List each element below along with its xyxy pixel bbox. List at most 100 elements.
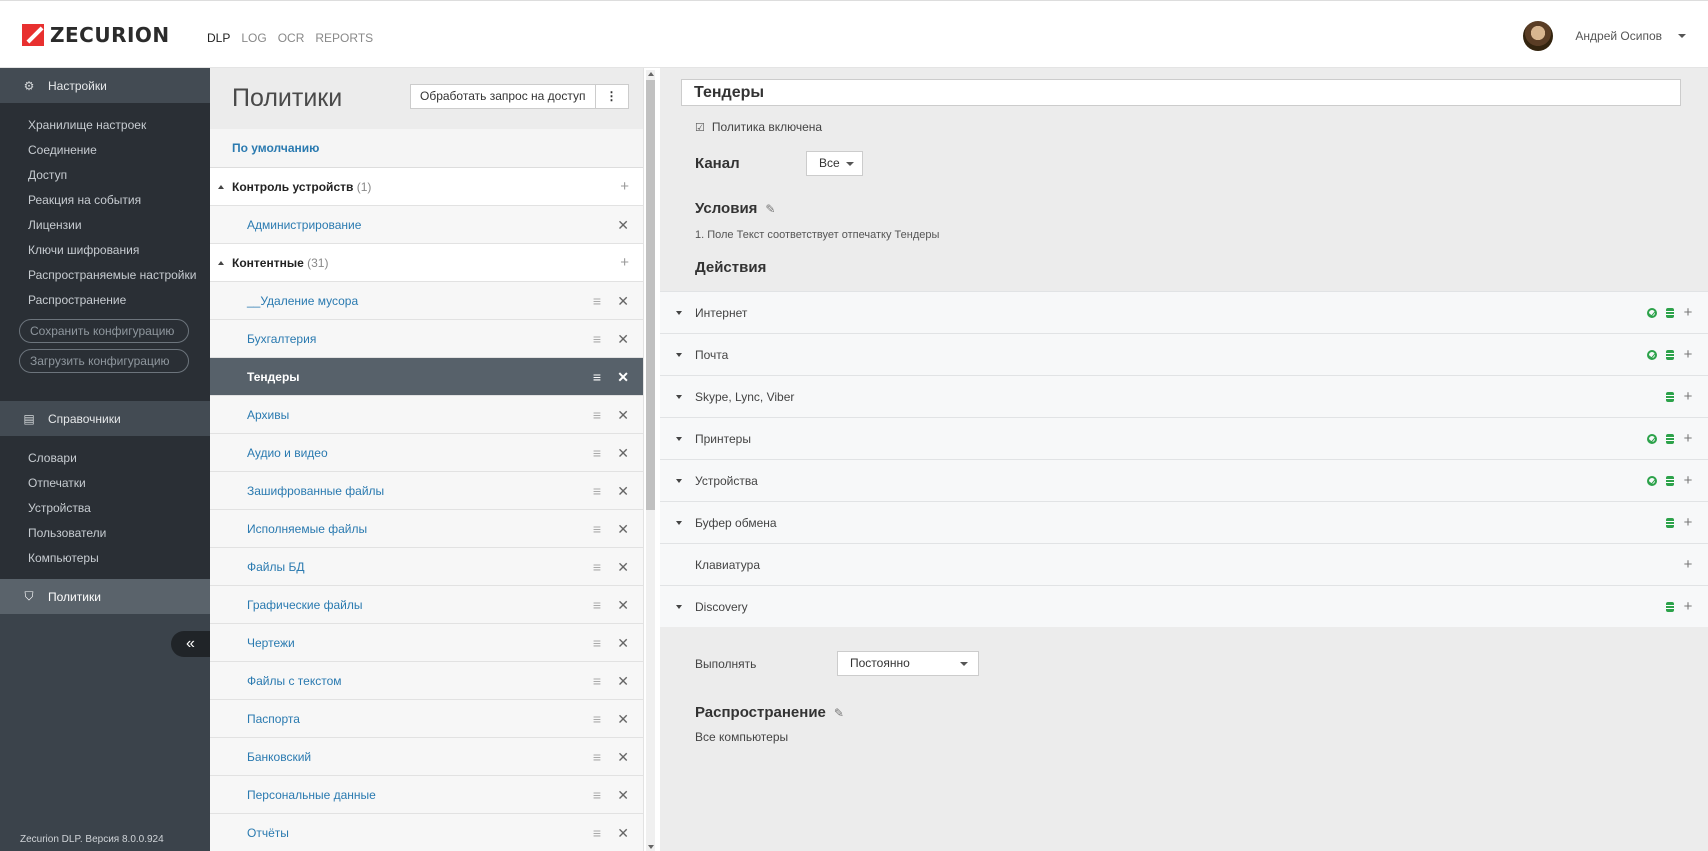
- user-name[interactable]: Андрей Осипов: [1575, 29, 1662, 43]
- sidebar-item-devices[interactable]: Устройства: [0, 496, 210, 521]
- delete-policy-icon[interactable]: ✕: [617, 434, 629, 472]
- sidebar-item-distributed-settings[interactable]: Распространяемые настройки: [0, 263, 210, 288]
- channel-row[interactable]: Буфер обмена +: [660, 501, 1708, 543]
- add-policy-icon[interactable]: +: [620, 244, 629, 282]
- sidebar-item-connection[interactable]: Соединение: [0, 138, 210, 163]
- database-icon[interactable]: [1666, 434, 1674, 444]
- delete-policy-icon[interactable]: ✕: [617, 814, 629, 851]
- nav-log[interactable]: LOG: [241, 31, 266, 45]
- add-action-icon[interactable]: +: [1683, 334, 1693, 376]
- collapse-group-icon[interactable]: [218, 261, 224, 265]
- delete-policy-icon[interactable]: ✕: [617, 548, 629, 586]
- check-circle-icon[interactable]: [1647, 308, 1657, 318]
- sidebar-item-settings-storage[interactable]: Хранилище настроек: [0, 113, 210, 138]
- database-icon[interactable]: [1666, 518, 1674, 528]
- delete-policy-icon[interactable]: ✕: [617, 320, 629, 358]
- scroll-down-icon[interactable]: [648, 845, 654, 849]
- edit-distribution-icon[interactable]: ✎: [834, 706, 844, 720]
- chevron-down-icon[interactable]: [1678, 34, 1686, 38]
- expand-channel-icon[interactable]: [676, 395, 682, 399]
- checkbox-checked-icon[interactable]: ☑: [695, 121, 705, 134]
- delete-policy-icon[interactable]: ✕: [617, 206, 629, 244]
- collapse-group-icon[interactable]: [218, 185, 224, 189]
- channel-row[interactable]: Discovery +: [660, 585, 1708, 627]
- database-icon[interactable]: [1666, 476, 1674, 486]
- load-config-button[interactable]: Загрузить конфигурацию: [19, 349, 189, 373]
- policy-row[interactable]: Персональные данные ≡ ✕: [210, 776, 643, 814]
- zecurion-logo[interactable]: ZECURION: [22, 23, 170, 47]
- delete-policy-icon[interactable]: ✕: [617, 700, 629, 738]
- policy-group[interactable]: Контентные (31) +: [210, 244, 643, 282]
- database-icon[interactable]: [1666, 308, 1674, 318]
- sidebar-item-encryption-keys[interactable]: Ключи шифрования: [0, 238, 210, 263]
- drag-handle-icon[interactable]: ≡: [593, 320, 601, 358]
- drag-handle-icon[interactable]: ≡: [593, 472, 601, 510]
- drag-handle-icon[interactable]: ≡: [593, 814, 601, 851]
- default-policy-link[interactable]: По умолчанию: [210, 129, 643, 168]
- user-menu[interactable]: Андрей Осипов: [1523, 21, 1686, 51]
- drag-handle-icon[interactable]: ≡: [593, 738, 601, 776]
- delete-policy-icon[interactable]: ✕: [617, 586, 629, 624]
- scroll-thumb[interactable]: [646, 80, 655, 510]
- delete-policy-icon[interactable]: ✕: [617, 396, 629, 434]
- add-action-icon[interactable]: +: [1683, 586, 1693, 628]
- policy-row[interactable]: Администрирование ✕: [210, 206, 643, 244]
- add-action-icon[interactable]: +: [1683, 544, 1693, 586]
- settings-header[interactable]: ⚙ Настройки: [0, 68, 210, 103]
- policy-row[interactable]: Банковский ≡ ✕: [210, 738, 643, 776]
- drag-handle-icon[interactable]: ≡: [593, 700, 601, 738]
- policy-row[interactable]: Отчёты ≡ ✕: [210, 814, 643, 851]
- execute-select[interactable]: Постоянно: [837, 651, 979, 676]
- channel-row[interactable]: Клавиатура +: [660, 543, 1708, 585]
- drag-handle-icon[interactable]: ≡: [593, 586, 601, 624]
- drag-handle-icon[interactable]: ≡: [593, 624, 601, 662]
- policy-row[interactable]: Тендеры ≡ ✕: [210, 358, 643, 396]
- channel-row[interactable]: Почта +: [660, 333, 1708, 375]
- policy-row[interactable]: Графические файлы ≡ ✕: [210, 586, 643, 624]
- drag-handle-icon[interactable]: ≡: [593, 662, 601, 700]
- policy-list-scrollbar[interactable]: [646, 70, 655, 851]
- sidebar-item-policies[interactable]: ⛉ Политики: [0, 579, 210, 614]
- channel-row[interactable]: Skype, Lync, Viber +: [660, 375, 1708, 417]
- policy-row[interactable]: Бухгалтерия ≡ ✕: [210, 320, 643, 358]
- delete-policy-icon[interactable]: ✕: [617, 662, 629, 700]
- policy-row[interactable]: Паспорта ≡ ✕: [210, 700, 643, 738]
- sidebar-item-licenses[interactable]: Лицензии: [0, 213, 210, 238]
- drag-handle-icon[interactable]: ≡: [593, 396, 601, 434]
- add-action-icon[interactable]: +: [1683, 376, 1693, 418]
- drag-handle-icon[interactable]: ≡: [593, 282, 601, 320]
- policy-row[interactable]: Зашифрованные файлы ≡ ✕: [210, 472, 643, 510]
- sidebar-item-event-reaction[interactable]: Реакция на события: [0, 188, 210, 213]
- database-icon[interactable]: [1666, 602, 1674, 612]
- policy-name-input[interactable]: Тендеры: [681, 79, 1681, 106]
- expand-channel-icon[interactable]: [676, 311, 682, 315]
- database-icon[interactable]: [1666, 392, 1674, 402]
- policy-row[interactable]: __Удаление мусора ≡ ✕: [210, 282, 643, 320]
- collapse-sidebar-button[interactable]: «: [171, 631, 210, 657]
- add-action-icon[interactable]: +: [1683, 418, 1693, 460]
- policy-group[interactable]: Контроль устройств (1) +: [210, 168, 643, 206]
- sidebar-item-dictionaries[interactable]: Словари: [0, 446, 210, 471]
- sidebar-item-distribution[interactable]: Распространение: [0, 288, 210, 313]
- add-action-icon[interactable]: +: [1683, 292, 1693, 334]
- channel-select[interactable]: Все: [806, 151, 863, 176]
- policy-row[interactable]: Архивы ≡ ✕: [210, 396, 643, 434]
- channel-row[interactable]: Устройства +: [660, 459, 1708, 501]
- add-action-icon[interactable]: +: [1683, 460, 1693, 502]
- edit-conditions-icon[interactable]: ✎: [765, 202, 775, 216]
- sidebar-item-fingerprints[interactable]: Отпечатки: [0, 471, 210, 496]
- policy-row[interactable]: Чертежи ≡ ✕: [210, 624, 643, 662]
- delete-policy-icon[interactable]: ✕: [617, 358, 629, 396]
- policy-row[interactable]: Аудио и видео ≡ ✕: [210, 434, 643, 472]
- delete-policy-icon[interactable]: ✕: [617, 776, 629, 814]
- delete-policy-icon[interactable]: ✕: [617, 282, 629, 320]
- sidebar-item-access[interactable]: Доступ: [0, 163, 210, 188]
- drag-handle-icon[interactable]: ≡: [593, 510, 601, 548]
- expand-channel-icon[interactable]: [676, 521, 682, 525]
- add-policy-icon[interactable]: +: [620, 168, 629, 206]
- save-config-button[interactable]: Сохранить конфигурацию: [19, 319, 189, 343]
- drag-handle-icon[interactable]: ≡: [593, 548, 601, 586]
- sidebar-item-computers[interactable]: Компьютеры: [0, 546, 210, 571]
- nav-reports[interactable]: REPORTS: [315, 31, 373, 45]
- nav-dlp[interactable]: DLP: [207, 31, 230, 45]
